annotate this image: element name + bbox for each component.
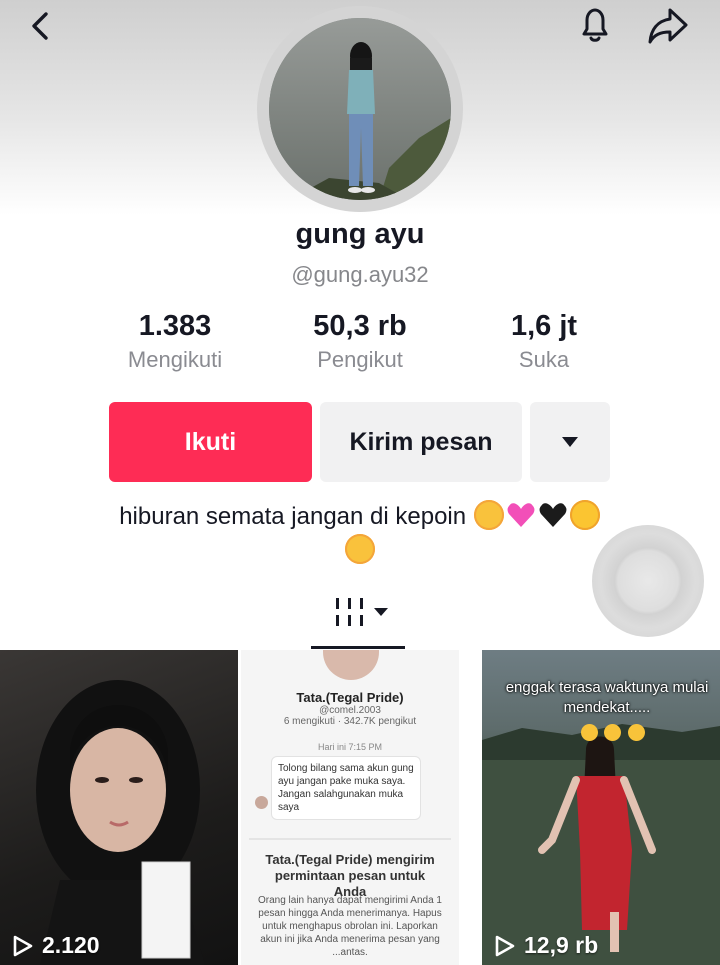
video-thumbnail[interactable]: 2.120 xyxy=(0,650,238,965)
video-view-count-text: 12,9 rb xyxy=(524,932,599,958)
send-message-button[interactable]: Kirim pesan xyxy=(320,402,522,482)
pink-heart-icon xyxy=(507,503,535,527)
message-request-body: Orang lain hanya dapat mengirimi Anda 1 … xyxy=(257,895,442,958)
stat-followers-value: 50,3 rb xyxy=(313,310,407,342)
grinning-face-icon xyxy=(627,724,645,741)
video-view-count: 12,9 rb xyxy=(494,932,598,959)
play-icon xyxy=(495,935,515,956)
video-thumbnail-image xyxy=(36,680,205,965)
share-arrow-icon xyxy=(648,8,688,44)
grid-icon xyxy=(336,598,388,626)
stat-likes-value: 1,6 jt xyxy=(510,310,578,342)
divider xyxy=(249,838,451,840)
follow-button[interactable]: Ikuti xyxy=(109,402,312,482)
chat-sender-avatar xyxy=(255,796,268,809)
share-button[interactable] xyxy=(644,4,692,48)
smiling-face-with-hearts-icon xyxy=(345,534,375,564)
stat-following-label: Mengikuti xyxy=(127,347,223,372)
stat-likes-label: Suka xyxy=(518,347,570,372)
chat-contact-handle: @comel.2003 xyxy=(319,705,381,716)
bio-text: hiburan semata jangan di kepoin xyxy=(119,503,467,530)
avatar-image xyxy=(269,18,451,200)
black-heart-icon xyxy=(539,503,567,527)
grinning-face-icon xyxy=(604,724,622,741)
video-view-count: 2.120 xyxy=(12,932,100,959)
bell-icon xyxy=(582,8,608,42)
stat-following[interactable]: 1.383 Mengikuti xyxy=(75,310,275,373)
tab-active-indicator xyxy=(311,646,405,649)
display-name: gung ayu xyxy=(295,218,425,250)
grinning-face-icon xyxy=(581,724,598,741)
stat-likes[interactable]: 1,6 jt Suka xyxy=(444,310,644,373)
play-icon xyxy=(13,935,33,956)
username: @gung.ayu32 xyxy=(291,262,429,287)
stat-followers-label: Pengikut xyxy=(317,347,403,372)
video-thumbnail[interactable]: enggak terasa waktunya mulai mendekat...… xyxy=(482,650,720,965)
caret-down-icon xyxy=(562,437,578,447)
notification-bell-button[interactable] xyxy=(572,2,618,48)
chat-timestamp: Hari ini 7:15 PM xyxy=(317,742,383,752)
message-request-title: Tata.(Tegal Pride) mengirim permintaan p… xyxy=(265,852,435,899)
stat-followers[interactable]: 50,3 rb Pengikut xyxy=(260,310,460,373)
smiling-face-with-hearts-icon xyxy=(473,500,504,530)
tab-videos[interactable] xyxy=(322,592,402,642)
stat-following-value: 1.383 xyxy=(138,310,212,342)
chat-contact-stats: 6 mengikuti · 342.7K pengikut xyxy=(283,716,417,727)
video-view-count-text: 2.120 xyxy=(42,932,100,958)
video-thumbnail[interactable]: Tata.(Tegal Pride) @comel.2003 6 mengiku… xyxy=(241,650,459,965)
chevron-left-icon xyxy=(32,12,48,40)
chat-message: Tolong bilang sama akun gung ayu jangan … xyxy=(271,756,421,820)
floating-assistive-button[interactable] xyxy=(592,525,704,637)
chat-contact-name: Tata.(Tegal Pride) xyxy=(296,690,404,705)
caption-emojis xyxy=(580,722,646,741)
video-caption: enggak terasa waktunya mulai mendekat...… xyxy=(505,679,709,716)
back-button[interactable] xyxy=(22,6,62,46)
profile-bio: hiburan semata jangan di kepoin xyxy=(60,500,660,568)
more-options-button[interactable] xyxy=(530,402,610,482)
profile-avatar[interactable] xyxy=(257,6,463,212)
chat-avatar xyxy=(323,650,379,680)
avatar-photo xyxy=(269,18,451,200)
heart-eyes-icon xyxy=(569,500,600,530)
